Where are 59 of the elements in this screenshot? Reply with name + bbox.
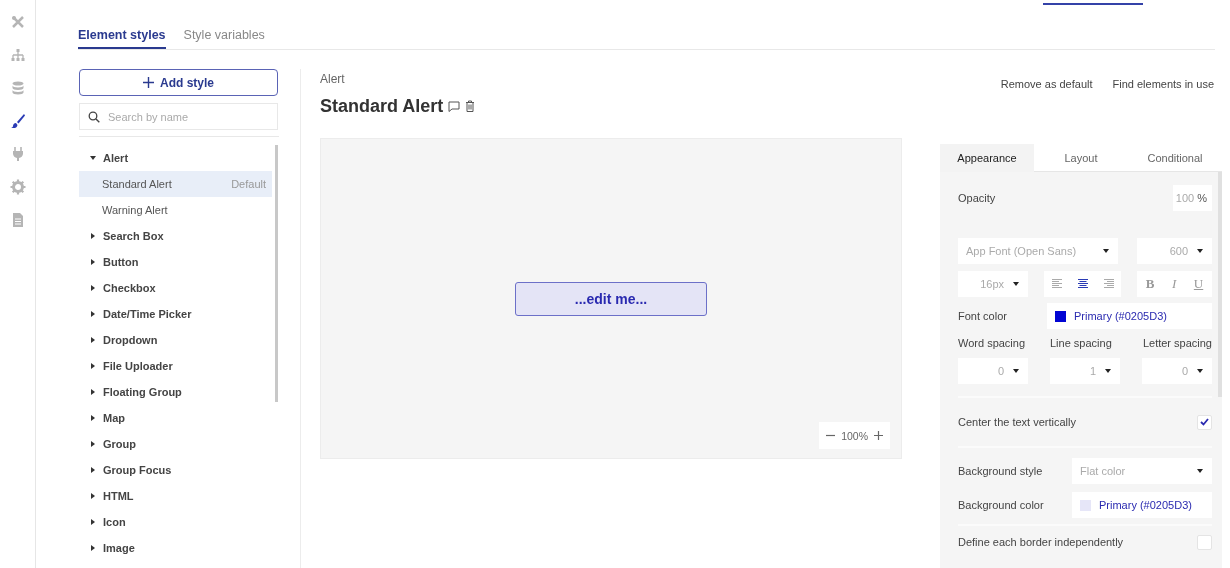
search-input[interactable]: Search by name [106, 109, 270, 124]
brush-icon[interactable] [9, 113, 26, 129]
style-title: Standard Alert [320, 95, 444, 117]
field-label: Background style [958, 465, 1043, 477]
search-field[interactable]: Search by name [79, 103, 278, 130]
tree-item[interactable]: Date/Time Picker [79, 301, 272, 327]
field-label: Word spacing [958, 337, 1026, 349]
tree-item[interactable]: Image [79, 535, 272, 561]
tools-icon[interactable] [9, 14, 26, 30]
trash-icon[interactable] [465, 100, 476, 112]
tree-item[interactable]: Button [79, 249, 272, 275]
field-label: Background color [958, 499, 1044, 511]
field-label: Line spacing [1050, 337, 1112, 349]
add-style-button[interactable]: Add style [79, 69, 278, 96]
caret-icon [1012, 281, 1020, 287]
tree-item[interactable]: Standard Alert Default [79, 171, 272, 197]
alert-preview[interactable]: ...edit me... [515, 281, 707, 316]
search-icon [88, 110, 100, 123]
caret-icon [1012, 368, 1020, 374]
breadcrumb: Alert [320, 72, 346, 86]
sitemap-icon[interactable] [9, 47, 26, 63]
tree-item[interactable]: Warning Alert [79, 197, 272, 223]
zoom-level: 100% [841, 429, 868, 442]
tree-item[interactable]: Group [79, 431, 272, 457]
action-link[interactable]: Remove as default [1000, 78, 1093, 144]
plus-icon [143, 77, 154, 88]
field-label: Center the text vertically [958, 416, 1076, 428]
caret-icon [1104, 368, 1112, 374]
field-label: Opacity [958, 192, 996, 204]
gear-icon[interactable] [9, 179, 26, 195]
tab[interactable]: Style variables [183, 28, 265, 49]
field-label: Letter spacing [1142, 337, 1212, 349]
checkbox[interactable] [1197, 534, 1212, 550]
check-icon [1200, 418, 1209, 426]
tab[interactable]: Element styles [78, 28, 166, 49]
tree-item[interactable]: Dropdown [79, 327, 272, 353]
opacity-field[interactable]: 100 % [1173, 185, 1212, 211]
panel-tab[interactable]: Appearance [940, 144, 1034, 172]
tree-item[interactable]: Checkbox [79, 275, 272, 301]
caret-icon [1102, 248, 1110, 254]
caret-icon [1196, 368, 1204, 374]
checkbox[interactable] [1197, 414, 1212, 430]
tree-item[interactable]: File Uploader [79, 353, 272, 379]
field-label: Font color [958, 310, 1007, 322]
tree-item[interactable]: Group Focus [79, 457, 272, 483]
plus-icon[interactable] [874, 431, 883, 440]
caret-icon [1196, 248, 1204, 254]
comment-icon[interactable] [448, 100, 461, 112]
field-label: Define each border independently [958, 536, 1124, 548]
background-color-field[interactable]: Primary (#0205D3) [1072, 492, 1212, 518]
action-link[interactable]: Find elements in use [1112, 78, 1214, 144]
tree-item[interactable]: Map [79, 405, 272, 431]
tree-item[interactable]: HTML [79, 483, 272, 509]
tree-item[interactable]: Search Box [79, 223, 272, 249]
tree-item[interactable]: Alert [79, 145, 272, 171]
caret-icon [1196, 468, 1204, 474]
tree-item[interactable]: Floating Group [79, 379, 272, 405]
tree-item[interactable]: Icon [79, 509, 272, 535]
font-color-field[interactable]: Primary (#0205D3) [1047, 303, 1212, 329]
